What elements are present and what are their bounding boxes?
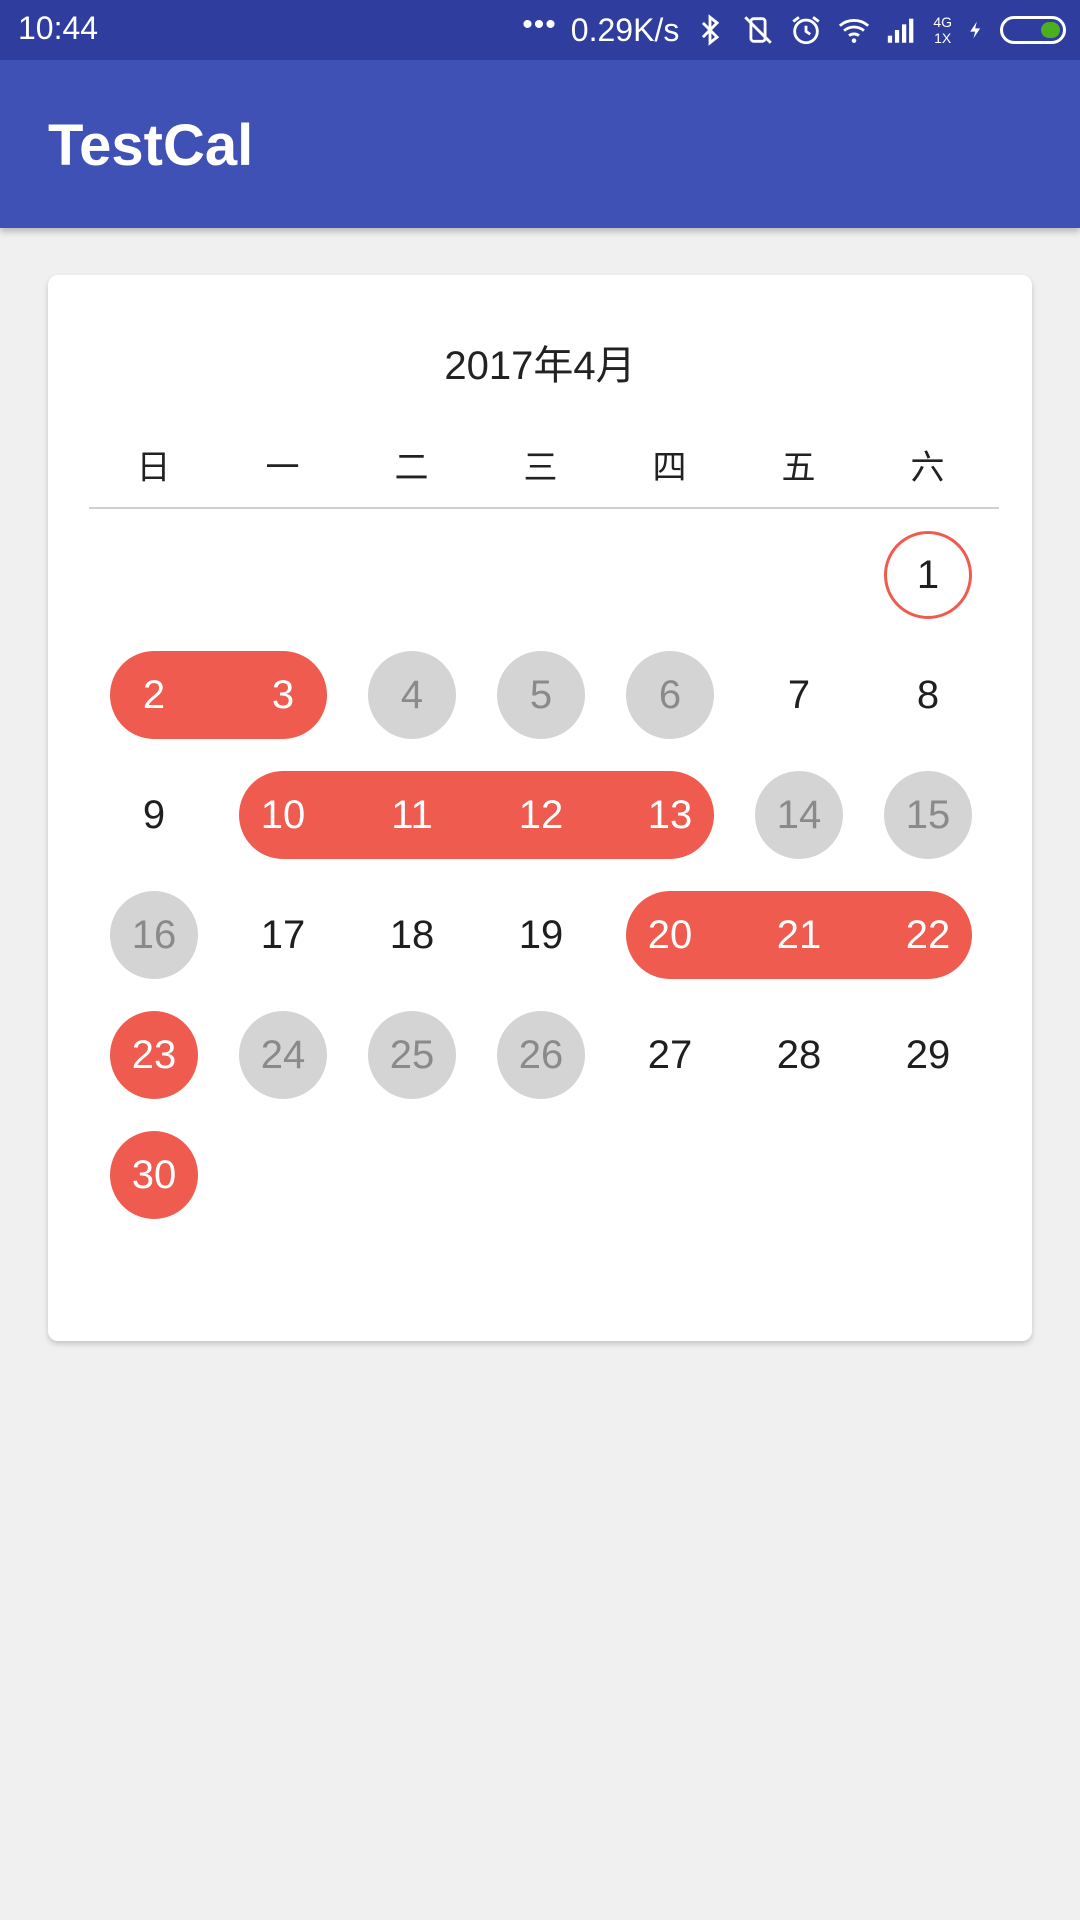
network-type: 4G 1X — [933, 14, 952, 46]
day-cell-4: 4 — [400, 673, 424, 717]
day-cell-22[interactable]: 22 — [878, 891, 978, 979]
day-grid: 1 2 3 4 5 6 7 8 9 10 11 12 13 14 15 16 17 18 19 20 21 22 23 24 2… — [48, 275, 1032, 1341]
status-time: 10:44 — [18, 10, 99, 46]
day-cell-16: 16 — [131, 913, 177, 957]
status-bar: 10:44 ••• 0.29K/s 4G 1X — [0, 0, 1080, 60]
day-cell-9[interactable]: 9 — [104, 771, 204, 859]
day-cell-17[interactable]: 17 — [233, 891, 333, 979]
day-cell-27[interactable]: 27 — [620, 1011, 720, 1099]
signal-icon — [888, 18, 914, 43]
day-cell-24: 24 — [260, 1033, 306, 1077]
day-cell-30[interactable]: 30 — [104, 1131, 204, 1219]
day-cell-26: 26 — [518, 1033, 564, 1077]
day-cell-29[interactable]: 29 — [878, 1011, 978, 1099]
day-cell-2[interactable]: 2 — [104, 651, 204, 739]
day-cell-8[interactable]: 8 — [878, 651, 978, 739]
day-cell-1[interactable]: 1 — [878, 531, 978, 619]
day-cell-7[interactable]: 7 — [749, 651, 849, 739]
app-title: TestCal — [48, 113, 254, 178]
day-cell-21[interactable]: 21 — [749, 891, 849, 979]
day-cell-3[interactable]: 3 — [233, 651, 333, 739]
day-cell-11[interactable]: 11 — [362, 771, 462, 859]
day-cell-25: 25 — [389, 1033, 435, 1077]
net-speed: 0.29K/s — [570, 11, 680, 48]
day-cell-6: 6 — [658, 673, 682, 717]
day-cell-15: 15 — [905, 793, 951, 837]
battery-level — [1041, 22, 1060, 38]
battery-icon — [1000, 16, 1066, 44]
day-cell-14: 14 — [776, 793, 822, 837]
alarm-icon — [792, 16, 820, 45]
wifi-icon — [839, 19, 870, 43]
bluetooth-icon — [702, 14, 720, 46]
more-dots: ••• — [522, 8, 557, 41]
status-icons: ••• 0.29K/s 4G 1X — [522, 8, 1066, 52]
day-cell-23[interactable]: 23 — [104, 1011, 204, 1099]
day-cell-13[interactable]: 13 — [620, 771, 720, 859]
charging-icon — [970, 21, 981, 39]
network-label: 4G — [933, 14, 952, 30]
day-cell-28[interactable]: 28 — [749, 1011, 849, 1099]
day-cell-18[interactable]: 18 — [362, 891, 462, 979]
day-cell-5: 5 — [529, 673, 553, 717]
vibrate-off-icon — [744, 16, 773, 44]
day-cell-10[interactable]: 10 — [233, 771, 333, 859]
day-cell-19[interactable]: 19 — [491, 891, 591, 979]
day-cell-20[interactable]: 20 — [620, 891, 720, 979]
network-sub: 1X — [934, 30, 952, 46]
app-bar: TestCal — [0, 60, 1080, 228]
day-cell-12[interactable]: 12 — [491, 771, 591, 859]
calendar-card: 2017年4月 日 一 二 三 四 五 六 1 2 3 4 5 6 7 8 9 10 11 12 13 1… — [48, 275, 1032, 1341]
